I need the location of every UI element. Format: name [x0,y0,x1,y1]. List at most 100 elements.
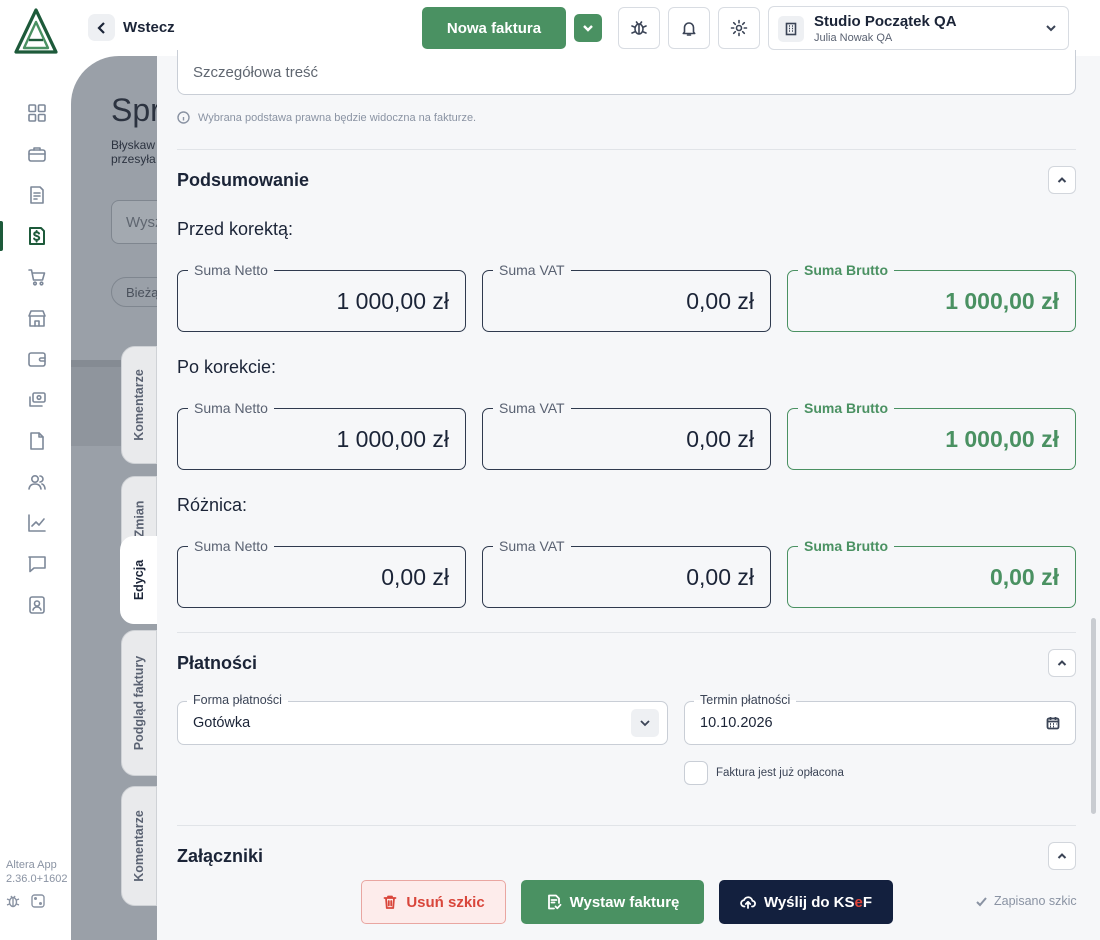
issue-invoice-button[interactable]: Wystaw fakturę [521,880,704,924]
field-value: 1 000,00 zł [945,426,1059,452]
field-label: Suma Netto [188,538,274,554]
payment-due-date-input[interactable]: Termin płatności 10.10.2026 [684,693,1076,745]
panel-scrollbar[interactable] [1091,618,1096,814]
chevron-up-icon [1057,853,1067,859]
users-icon[interactable] [26,471,48,493]
money-transfer-icon[interactable] [26,389,48,411]
field-value: 0,00 zł [686,564,754,590]
diff-vat-field: Suma VAT 0,00 zł [482,538,771,608]
tab-label: Edycja [132,559,146,601]
button-label: Wystaw fakturę [569,893,680,911]
field-value: 1 000,00 zł [336,426,449,452]
field-value: 0,00 zł [686,426,754,452]
attachments-section-title: Załączniki [177,846,264,866]
notifications-button[interactable] [668,7,710,49]
background-page-title: Spr [111,92,161,128]
back-label[interactable]: Wstecz [123,19,175,36]
section-divider [177,632,1076,633]
tab-invoice-preview[interactable]: Podgląd faktury [121,630,157,776]
field-value: 0,00 zł [381,564,449,590]
checkmark-icon [976,896,987,906]
chart-icon[interactable] [26,512,48,534]
app-logo-icon[interactable] [12,8,60,54]
bell-icon [682,22,696,36]
tab-comments-top[interactable]: Komentarze [121,346,157,464]
calendar-icon[interactable] [1039,709,1067,737]
attachments-collapse-button[interactable] [1048,842,1076,870]
chat-icon[interactable] [26,553,48,575]
summary-collapse-button[interactable] [1048,166,1076,194]
settings-button[interactable] [718,7,760,49]
field-value: 0,00 zł [989,564,1059,590]
bug-icon[interactable] [5,893,21,909]
draft-saved-status: Zapisano szkic [975,894,1077,908]
file-icon[interactable] [26,430,48,452]
summary-section-title: Podsumowanie [177,170,310,190]
field-label: Suma Netto [188,262,274,278]
send-to-ksef-button[interactable]: Wyślij do KSeF [719,880,893,924]
payments-section-title: Płatności [177,653,258,673]
button-label: Usuń szkic [406,893,485,911]
dice-icon[interactable] [30,893,46,909]
after-correction-label: Po korekcie: [177,357,277,377]
ksef-label-prefix: Wyślij do KS [763,893,855,911]
background-subtitle-line: Błyskaw [111,138,156,152]
bug-icon [631,21,647,35]
chevron-left-icon [96,21,105,34]
section-divider [177,149,1076,150]
field-value: 10.10.2026 [700,715,773,731]
chevron-down-icon [1044,21,1058,35]
new-invoice-dropdown-button[interactable] [574,14,602,42]
field-label: Suma VAT [493,262,571,278]
wallet-icon[interactable] [26,348,48,370]
new-invoice-button[interactable]: Nowa faktura [422,7,566,49]
chevron-down-icon [631,709,659,737]
tab-label: Podgląd faktury [132,655,146,751]
chevron-down-icon [583,25,593,32]
tab-edit[interactable]: Edycja [120,536,158,624]
field-value: 1 000,00 zł [945,288,1059,314]
contact-card-icon[interactable] [26,594,48,616]
payment-method-select[interactable]: Forma płatności Gotówka [177,693,668,745]
tab-label: Komentarze [132,810,147,882]
company-name: Studio Początek QA [814,13,957,30]
company-user: Julia Nowak QA [814,32,893,44]
chevron-up-icon [1057,177,1067,183]
invoice-icon[interactable] [26,184,48,206]
store-icon[interactable] [26,307,48,329]
invoice-paid-checkbox[interactable] [684,761,708,785]
legal-basis-hint: Wybrana podstawa prawna będzie widoczna … [177,111,476,124]
cart-icon[interactable] [26,266,48,288]
field-label: Forma płatności [187,693,288,707]
background-subtitle-line: przesyła [111,152,156,166]
field-value: 1 000,00 zł [336,288,449,314]
before-brutto-field: Suma Brutto 1 000,00 zł [787,262,1076,332]
briefcase-icon[interactable] [26,143,48,165]
before-vat-field: Suma VAT 0,00 zł [482,262,771,332]
trash-icon [383,895,397,909]
delete-draft-button[interactable]: Usuń szkic [361,880,506,924]
after-netto-field: Suma Netto 1 000,00 zł [177,400,466,470]
bug-report-button[interactable] [618,7,660,49]
gear-icon [730,19,748,37]
chevron-up-icon [1057,660,1067,666]
field-value: 0,00 zł [686,288,754,314]
diff-netto-field: Suma Netto 0,00 zł [177,538,466,608]
field-label: Suma Brutto [798,262,894,278]
hint-text: Wybrana podstawa prawna będzie widoczna … [198,111,477,124]
building-icon [778,16,804,42]
legal-basis-detail-input[interactable]: Szczegółowa treść [177,50,1076,95]
dashboard-icon[interactable] [26,102,48,124]
company-selector[interactable]: Studio Początek QA Julia Nowak QA [768,6,1069,50]
back-button[interactable] [88,14,115,41]
dollar-document-icon[interactable] [26,225,48,247]
invoice-paid-label[interactable]: Faktura jest już opłacona [716,767,844,779]
left-rail: Altera App 2.36.0+1602 [0,0,71,940]
payments-collapse-button[interactable] [1048,649,1076,677]
field-label: Suma Brutto [798,538,894,554]
field-value: Gotówka [193,715,251,731]
difference-label: Różnica: [177,495,248,515]
tab-comments-bottom[interactable]: Komentarze [121,786,157,906]
field-label: Suma VAT [493,400,571,416]
button-label: Wyślij do KSeF [764,894,872,911]
